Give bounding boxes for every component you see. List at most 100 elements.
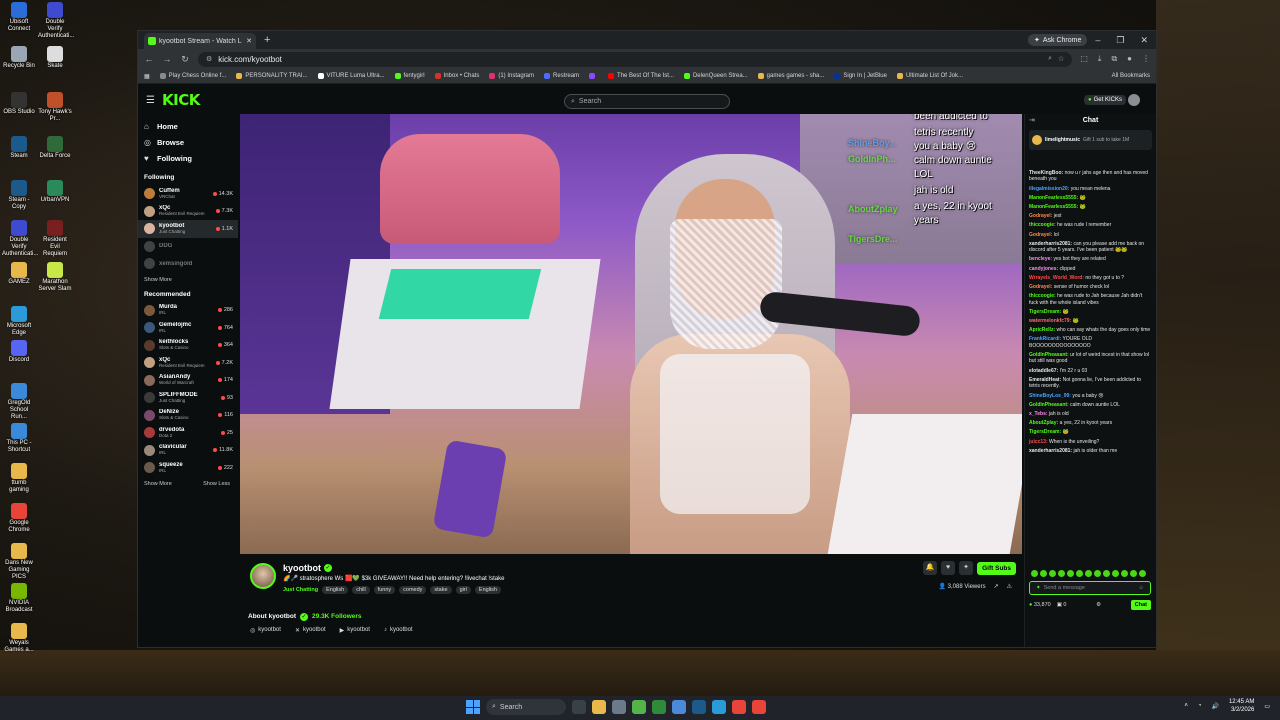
sidebar-channel[interactable]: xemsingold [144, 255, 238, 273]
emote-icon[interactable] [1139, 570, 1146, 577]
stream-tag[interactable]: stake [430, 586, 452, 594]
sidebar-channel[interactable]: xQc Resident Evil Requiem 7.2K [144, 354, 238, 372]
desktop-icon[interactable]: Recycle Bin [2, 46, 36, 70]
chat-username[interactable]: ApricRellz: [1029, 327, 1055, 333]
get-kicks-button[interactable]: ● Get KICKs [1084, 95, 1126, 105]
emote-icon[interactable] [1040, 570, 1047, 577]
chat-input[interactable]: ✦ Send a message ☺ [1029, 581, 1151, 595]
chat-message[interactable]: xanderharris2081: can you please add me … [1029, 241, 1152, 254]
chat-message[interactable]: Wrrayels_World_Word: no they got u to ? [1029, 275, 1152, 281]
hamburger-menu-icon[interactable]: ☰ [146, 95, 155, 106]
chat-send-button[interactable]: Chat [1130, 600, 1151, 610]
chat-message[interactable]: TigersDream: 🐸 [1029, 429, 1152, 435]
extension-icon[interactable]: ⬚ [1080, 54, 1088, 64]
chat-message[interactable]: TigersDream: 🐸 [1029, 309, 1152, 315]
chat-username[interactable]: xanderharris2081: [1029, 241, 1072, 247]
reload-icon[interactable]: ↻ [180, 54, 190, 65]
chat-username[interactable]: candyjones: [1029, 266, 1058, 272]
sidebar-channel[interactable]: SPLIFFMODE Just Chatting 93 [144, 389, 238, 407]
kick-logo[interactable]: KICK [162, 91, 200, 109]
stream-tag[interactable]: comedy [399, 586, 427, 594]
sidebar-channel[interactable]: Murda IRL 286 [144, 302, 238, 320]
category-link[interactable]: Just Chatting [283, 587, 318, 593]
chat-username[interactable]: juicc13: [1029, 439, 1048, 445]
notifications-icon[interactable]: ▭ [1264, 703, 1270, 710]
desktop-icon[interactable]: Dans New Gaming PICS [2, 543, 36, 581]
desktop-icon[interactable]: NVIDIA Broadcast [2, 583, 36, 614]
chat-message[interactable]: ManonFearless5555: 🐸 [1029, 204, 1152, 210]
desktop-icon[interactable]: Delta Force [38, 136, 72, 160]
chat-username[interactable]: x_Tebs: [1029, 411, 1048, 417]
chat-username[interactable]: AboutZplay: [1029, 420, 1058, 426]
bookmark-item[interactable]: PERSONALITY TRAI... [236, 73, 308, 79]
streamer-name[interactable]: kyootbot [283, 563, 321, 573]
social-link[interactable]: ◎ kyootbot [250, 627, 281, 634]
zoom-icon[interactable]: ⌕ [1048, 55, 1052, 63]
chat-username[interactable]: watermelonkfc79: [1029, 318, 1071, 324]
badge-count[interactable]: ▣ 0 [1057, 602, 1067, 608]
chrome-icon-2[interactable] [752, 700, 766, 714]
clock[interactable]: 12:45 AM 3/2/2026 [1229, 698, 1254, 714]
emote-icon[interactable] [1112, 570, 1119, 577]
chat-message[interactable]: illegalmission20: you mean melena [1029, 186, 1152, 192]
chat-username[interactable]: Godrayel: [1029, 232, 1052, 238]
emote-icon[interactable] [1103, 570, 1110, 577]
new-tab-button[interactable]: + [264, 34, 270, 46]
chat-message[interactable]: elotaddle67: I'm 22 r u 03 [1029, 368, 1152, 374]
desktop-icon[interactable]: Steam - Copy [2, 180, 36, 211]
chat-message[interactable]: juicc13: When is the unveiling? [1029, 439, 1152, 445]
show-less-button[interactable]: Show Less [203, 481, 230, 487]
explorer-icon[interactable] [592, 700, 606, 714]
social-link[interactable]: ✕ kyootbot [295, 627, 326, 634]
desktop-icon[interactable]: Steam [2, 136, 36, 160]
bookmark-item[interactable]: (1) Instagram [489, 73, 534, 79]
chat-message[interactable]: ApricRellz: who can say whats the day go… [1029, 327, 1152, 333]
stream-tag[interactable]: English [322, 586, 349, 594]
desktop-icon[interactable]: Resident Evil Requiem [38, 220, 72, 258]
bookmark-item[interactable]: Ultimate List Of Jok... [896, 73, 963, 79]
wifi-icon[interactable]: ◔ [1198, 703, 1202, 709]
ask-chrome-button[interactable]: ✦ Ask Chrome [1027, 34, 1088, 46]
chat-message[interactable]: x_Tebs: jah is old [1029, 411, 1152, 417]
video-player[interactable]: been addicted to tetris recently you a bab… [240, 114, 1022, 554]
desktop-icon[interactable]: Ubisoft Connect [2, 2, 36, 33]
sidebar-channel[interactable]: DDG [144, 238, 238, 256]
desktop-icon[interactable]: Microsoft Edge [2, 306, 36, 337]
emote-icon[interactable] [1094, 570, 1101, 577]
forward-icon[interactable]: → [162, 54, 172, 64]
chat-message[interactable]: TheeKingBoo: now u r jahs age then and h… [1029, 170, 1152, 183]
site-info-icon[interactable]: ⚙ [206, 55, 212, 63]
back-icon[interactable]: ← [144, 54, 154, 64]
tab-active[interactable]: kyootbot Stream - Watch L ✕ [144, 33, 256, 49]
taskview-icon[interactable] [572, 700, 586, 714]
emote-icon[interactable] [1058, 570, 1065, 577]
sidebar-channel[interactable]: clavicular IRL 11.8K [144, 442, 238, 460]
nav-browse[interactable]: ◎ Browse [144, 134, 238, 150]
chat-username[interactable]: ManonFearless5555: [1029, 204, 1078, 210]
sidebar-channel[interactable]: Gemelojmc IRL 764 [144, 319, 238, 337]
chat-username[interactable]: xanderharris2081: [1029, 448, 1072, 454]
desktop-icon[interactable]: ttumb gaming [2, 463, 36, 494]
chat-username[interactable]: TigersDream: [1029, 309, 1061, 315]
sidebar-channel[interactable]: Cuffem VRChat 14.3K [144, 185, 238, 203]
user-avatar[interactable] [1128, 94, 1140, 106]
sidebar-channel[interactable]: kyootbot Just Chatting 1.1K [138, 220, 238, 238]
desktop-icon[interactable]: Double Verify Authenticati... [38, 2, 74, 40]
emoji-icon[interactable]: ☺ [1138, 585, 1144, 591]
chat-message[interactable]: Godrayel: lol [1029, 232, 1152, 238]
streamer-avatar[interactable] [250, 563, 276, 589]
taskbar-search[interactable]: ⌕ Search [486, 699, 566, 715]
bookmark-item[interactable]: DelenQueen Strea... [683, 73, 748, 79]
profile-icon[interactable]: ● [1127, 54, 1132, 64]
chat-message[interactable]: GoldInPheasant: ur lot of weird incest i… [1029, 352, 1152, 365]
chat-message[interactable]: GoldInPheasant: calm down auntie LOL [1029, 402, 1152, 408]
sidebar-channel[interactable]: DeNize Slots & Casino 116 [144, 407, 238, 425]
steam-icon[interactable] [692, 700, 706, 714]
chat-username[interactable]: EmeraldHeat: [1029, 377, 1061, 383]
sidebar-channel[interactable]: AsianAndy World of Warcraft 174 [144, 372, 238, 390]
emote-icon[interactable] [1076, 570, 1083, 577]
emote-icon[interactable] [1031, 570, 1038, 577]
desktop-icon[interactable]: OBS Studio [2, 92, 36, 116]
stream-tag[interactable]: girl [455, 586, 471, 594]
chat-message[interactable]: AboutZplay: a yes, 22 in kyoot years [1029, 420, 1152, 426]
